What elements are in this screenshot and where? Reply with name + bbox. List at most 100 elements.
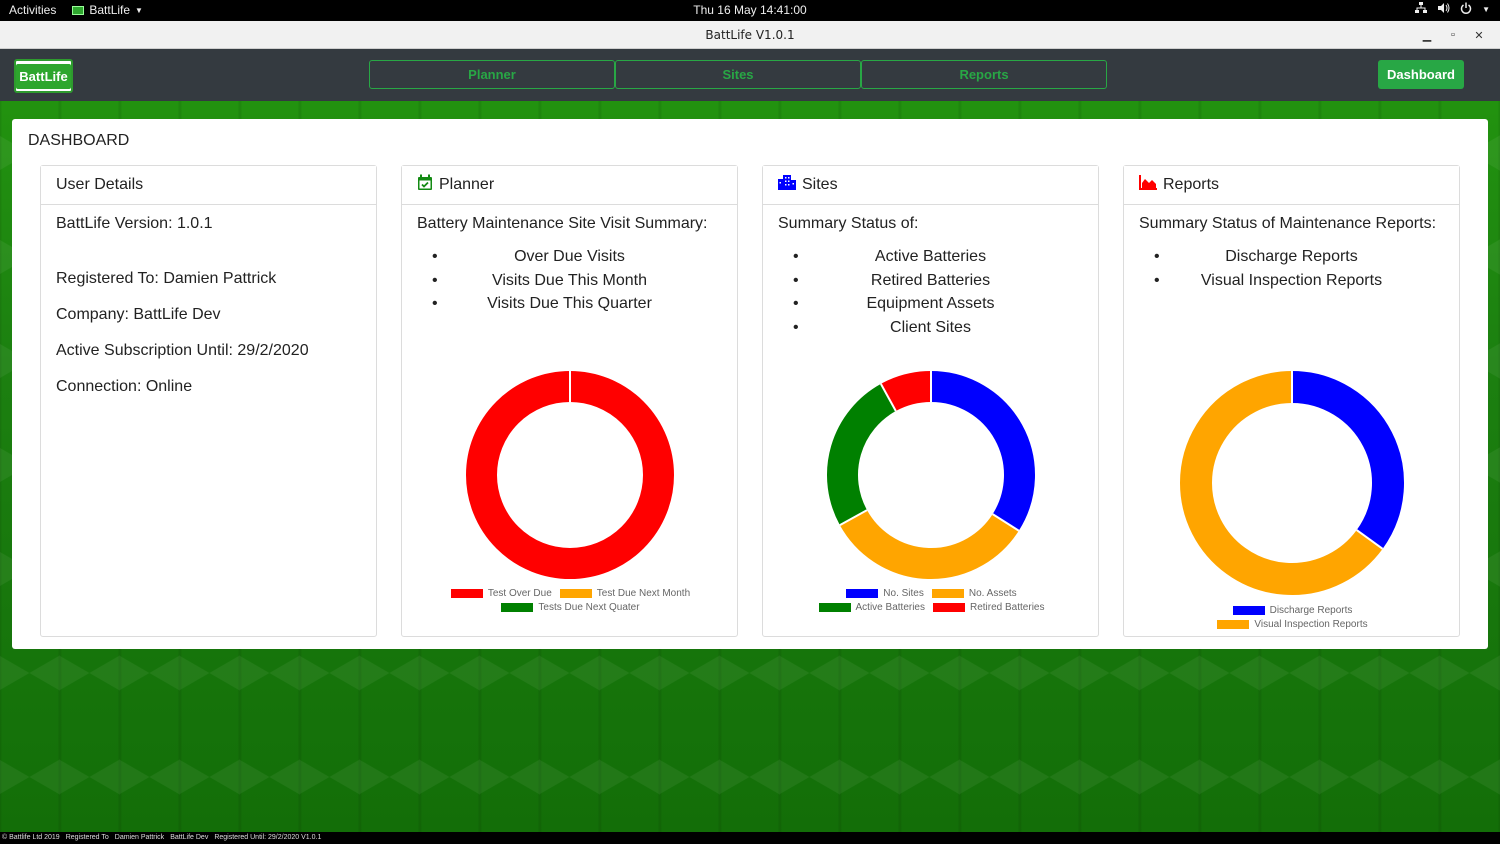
legend-item[interactable]: Tests Due Next Quater	[501, 602, 640, 613]
legend-swatch	[450, 589, 483, 598]
clock[interactable]: Thu 16 May 14:41:00	[0, 3, 1500, 17]
slice-discharge-reports[interactable]	[1291, 371, 1404, 549]
legend-item[interactable]: Retired Batteries	[933, 602, 1044, 613]
list-item: Equipment Assets	[778, 292, 1083, 316]
list-item: Discharge Reports	[1139, 245, 1444, 269]
legend-swatch	[846, 589, 879, 598]
legend-label: No. Assets	[968, 588, 1017, 599]
card-header: Planner	[402, 166, 737, 205]
system-top-bar: Activities BattLife ▼ Thu 16 May 14:41:0…	[0, 0, 1500, 21]
legend-swatch	[1232, 606, 1265, 615]
legend-label: Test Over Due	[487, 588, 552, 599]
legend-label: Test Due Next Month	[596, 588, 691, 599]
reports-subtitle: Summary Status of Maintenance Reports:	[1139, 215, 1437, 232]
list-item: Visual Inspection Reports	[1139, 269, 1444, 293]
slice-retired-batteries[interactable]	[880, 371, 932, 412]
dashboard-panel: DASHBOARD User Details BattLife Version:…	[12, 119, 1488, 649]
version-text: BattLife Version: 1.0.1	[56, 215, 213, 232]
donut-svg	[827, 371, 1035, 579]
chart-legend: Test Over Due Test Due Next Month Tests Du…	[402, 588, 739, 613]
planner-list: Over Due Visits Visits Due This Month Vi…	[417, 245, 722, 316]
legend-item[interactable]: Test Due Next Month	[559, 588, 691, 599]
connection-status: Connection: Online	[56, 378, 193, 395]
legend-label: No. Sites	[883, 588, 924, 599]
window-titlebar[interactable]: BattLife V1.0.1 ▁ ▫ ✕	[0, 21, 1500, 49]
planner-donut-chart[interactable]: Test Over Due Test Due Next Month Tests Du…	[402, 366, 739, 613]
legend-item[interactable]: No. Assets	[931, 588, 1017, 599]
nav-sites-button[interactable]: Sites	[615, 60, 861, 89]
list-item: Client Sites	[778, 316, 1083, 340]
sites-list: Active Batteries Retired Batteries Equip…	[778, 245, 1083, 339]
list-item: Visits Due This Quarter	[417, 292, 722, 316]
legend-swatch	[931, 589, 964, 598]
list-item: Visits Due This Month	[417, 269, 722, 293]
slice-active-batteries[interactable]	[827, 383, 897, 526]
legend-item[interactable]: No. Sites	[846, 588, 924, 599]
reports-card[interactable]: Reports Summary Status of Maintenance Re…	[1123, 165, 1460, 637]
volume-icon	[1437, 2, 1450, 17]
card-header: Sites	[763, 166, 1098, 205]
legend-item[interactable]: Visual Inspection Reports	[1217, 619, 1368, 630]
slice-test-over-due[interactable]	[466, 371, 674, 579]
power-icon	[1460, 2, 1472, 17]
legend-label: Retired Batteries	[970, 602, 1045, 613]
card-header: User Details	[41, 166, 376, 205]
legend-swatch	[1217, 620, 1250, 629]
chart-legend: No. Sites No. Assets Active Batteries Retir…	[763, 588, 1100, 613]
legend-item[interactable]: Discharge Reports	[1232, 605, 1353, 616]
battlife-logo[interactable]: BattLife	[14, 59, 73, 93]
close-icon[interactable]: ✕	[1466, 26, 1492, 44]
network-icon	[1415, 2, 1428, 17]
company-text: Company: BattLife Dev	[56, 306, 221, 323]
registered-until: Registered Until: 29/2/2020 V1.0.1	[214, 834, 322, 841]
maximize-icon[interactable]: ▫	[1440, 26, 1466, 44]
subscription-text: Active Subscription Until: 29/2/2020	[56, 342, 309, 359]
sites-card[interactable]: Sites Summary Status of: Active Batterie…	[762, 165, 1099, 637]
sites-subtitle: Summary Status of:	[778, 215, 919, 232]
donut-svg	[1180, 371, 1404, 595]
registered-text: Registered To: Damien Pattrick	[56, 270, 277, 287]
area-chart-icon	[1139, 175, 1157, 195]
registered-user: Damien Pattrick	[114, 834, 165, 841]
status-bar: © Battlife Ltd 2019 Registered To Damien…	[0, 832, 1500, 844]
nav-planner-button[interactable]: Planner	[369, 60, 615, 89]
legend-swatch	[818, 603, 851, 612]
planner-subtitle: Battery Maintenance Site Visit Summary:	[417, 215, 708, 232]
donut-svg	[466, 371, 674, 579]
page-title: DASHBOARD	[28, 132, 130, 149]
building-icon	[778, 175, 796, 195]
legend-item[interactable]: Active Batteries	[818, 602, 925, 613]
registered-company: BattLife Dev	[170, 834, 209, 841]
nav-reports-button[interactable]: Reports	[861, 60, 1107, 89]
reports-heading: Reports	[1163, 176, 1220, 193]
user-details-heading: User Details	[56, 176, 144, 193]
legend-swatch	[559, 589, 592, 598]
slice-no-sites[interactable]	[930, 371, 1035, 531]
window-title: BattLife V1.0.1	[705, 28, 795, 42]
legend-label: Tests Due Next Quater	[538, 602, 640, 613]
list-item: Retired Batteries	[778, 269, 1083, 293]
legend-label: Visual Inspection Reports	[1254, 619, 1368, 630]
legend-swatch	[933, 603, 965, 612]
legend-item[interactable]: Test Over Due	[450, 588, 552, 599]
legend-label: Active Batteries	[855, 602, 925, 613]
reports-list: Discharge Reports Visual Inspection Repo…	[1139, 245, 1444, 292]
planner-heading: Planner	[439, 176, 495, 193]
app-navbar: BattLife Planner Sites Reports Dashboard	[0, 49, 1500, 101]
list-item: Over Due Visits	[417, 245, 722, 269]
card-header: Reports	[1124, 166, 1459, 205]
reports-donut-chart[interactable]: Discharge Reports Visual Inspection Repor…	[1124, 366, 1461, 630]
dashboard-button[interactable]: Dashboard	[1378, 60, 1464, 89]
slice-no-assets[interactable]	[839, 509, 1019, 579]
sites-donut-chart[interactable]: No. Sites No. Assets Active Batteries Retir…	[763, 366, 1100, 613]
planner-card[interactable]: Planner Battery Maintenance Site Visit S…	[401, 165, 738, 637]
minimize-icon[interactable]: ▁	[1414, 26, 1440, 44]
copyright-text: © Battlife Ltd 2019	[2, 834, 60, 841]
system-tray[interactable]: ▼	[1415, 2, 1490, 17]
chevron-down-icon: ▼	[1482, 5, 1490, 14]
legend-label: Discharge Reports	[1269, 605, 1353, 616]
legend-swatch	[501, 603, 534, 612]
sites-heading: Sites	[802, 176, 838, 193]
chart-legend: Discharge Reports Visual Inspection Repor…	[1124, 605, 1461, 630]
user-details-card: User Details BattLife Version: 1.0.1 Reg…	[40, 165, 377, 637]
